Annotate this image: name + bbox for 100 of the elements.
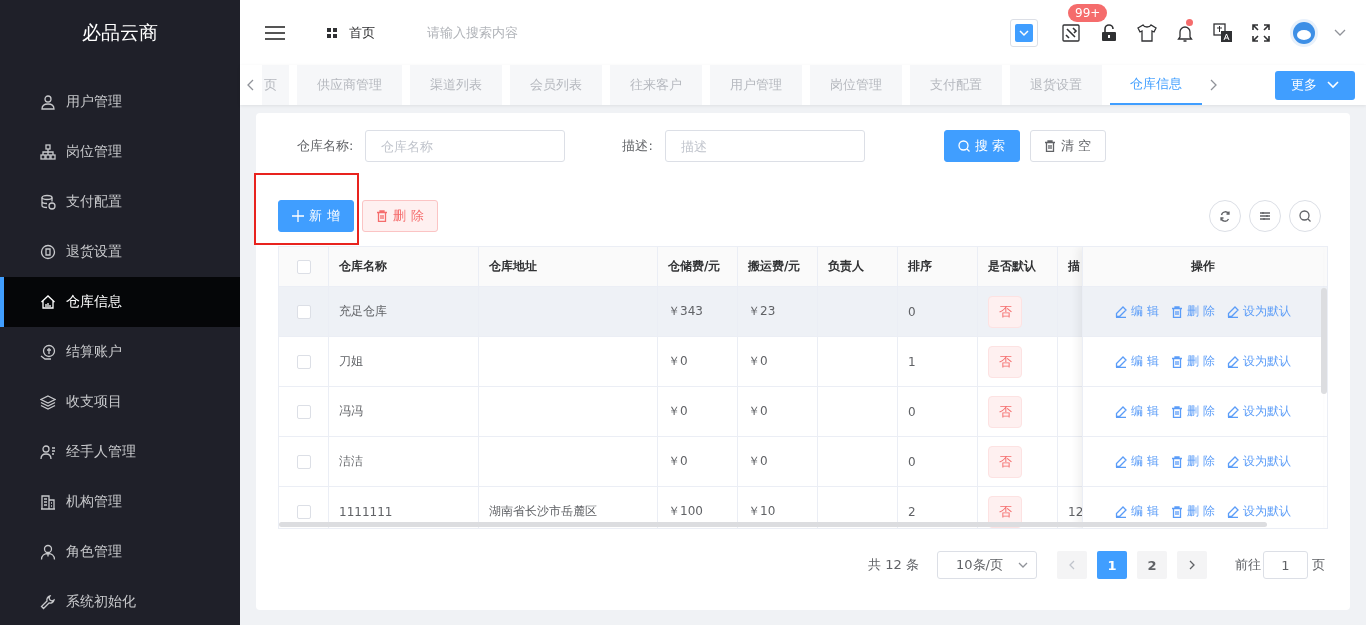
clear-button[interactable]: 清 空 [1029, 130, 1106, 162]
sidebar-item[interactable]: 仓库信息 [0, 277, 240, 327]
vertical-scrollbar[interactable] [1321, 288, 1327, 394]
user-menu-button[interactable] [1290, 18, 1346, 47]
sidebar-item[interactable]: 支付配置 [0, 177, 240, 227]
delete-link[interactable]: 删 除 [1171, 453, 1215, 470]
search-button[interactable]: 搜 索 [943, 130, 1020, 162]
table-cell: 充足仓库 [339, 303, 387, 320]
sidebar-item[interactable]: 用户管理 [0, 77, 240, 127]
select-all-checkbox[interactable] [296, 259, 311, 274]
page-number[interactable]: 1 [1097, 551, 1127, 579]
set-default-link[interactable]: 设为默认 [1226, 353, 1291, 370]
page-tab[interactable]: 岗位管理 [810, 65, 902, 105]
delete-link[interactable]: 删 除 [1171, 403, 1215, 420]
previous-page-button[interactable] [1057, 551, 1087, 579]
chevron-right-icon [1209, 79, 1217, 91]
edit-link[interactable]: 编 辑 [1115, 403, 1159, 420]
page-tab[interactable]: 渠道列表 [410, 65, 502, 105]
plus-icon [292, 210, 305, 222]
search-toggle-button[interactable] [1289, 200, 1321, 232]
table-cell: ￥0 [668, 403, 688, 420]
sidebar-item[interactable]: 结算账户 [0, 327, 240, 377]
goto-label: 前往 [1235, 556, 1261, 574]
edit-link[interactable]: 编 辑 [1115, 303, 1159, 320]
pencil-icon [1226, 455, 1239, 468]
set-default-link[interactable]: 设为默认 [1226, 503, 1291, 520]
page-size-select[interactable]: 10条/页 [937, 551, 1037, 579]
avatar-icon [1290, 18, 1318, 47]
translate-icon [1213, 22, 1233, 43]
column-header: 仓储费/元 [668, 258, 721, 275]
circle-badge-icon [40, 244, 56, 260]
page-tab[interactable]: 仓库信息 [1110, 65, 1202, 105]
edit-link[interactable]: 编 辑 [1115, 503, 1159, 520]
table-cell: 12 [1068, 504, 1084, 519]
search-icon [1299, 210, 1311, 222]
caret-icon [1018, 562, 1028, 568]
row-checkbox[interactable] [296, 504, 311, 519]
status-tag: 否 [988, 395, 1022, 428]
table-cell: 刀姐 [339, 353, 363, 370]
row-checkbox[interactable] [296, 304, 311, 319]
menu-icon [265, 24, 285, 41]
delete-button[interactable]: 删 除 [362, 200, 438, 232]
edit-link[interactable]: 编 辑 [1115, 453, 1159, 470]
sidebar-item[interactable]: 岗位管理 [0, 127, 240, 177]
add-button[interactable]: 新 增 [278, 200, 354, 232]
sidebar-item[interactable]: 机构管理 [0, 477, 240, 527]
delete-link[interactable]: 删 除 [1171, 353, 1215, 370]
bell-icon [1177, 23, 1193, 42]
trash-icon [376, 210, 389, 222]
input-field[interactable]: 仓库名称 [365, 130, 566, 162]
page-tab[interactable]: 会员列表 [510, 65, 602, 105]
table-cell: 湖南省长沙市岳麓区 [489, 503, 597, 520]
horizontal-scrollbar[interactable] [279, 522, 1267, 527]
page-tab[interactable]: 往来客户 [610, 65, 702, 105]
page-input[interactable]: 1 [1263, 551, 1308, 579]
input-field[interactable]: 描述 [664, 130, 865, 162]
filter-settings-button[interactable] [1249, 200, 1281, 232]
refresh-button[interactable] [1209, 200, 1241, 232]
page-tab[interactable]: 退货设置 [1010, 65, 1102, 105]
breadcrumb-link[interactable]: 首页 [349, 23, 375, 42]
sidebar-item[interactable]: 系统初始化 [0, 577, 240, 625]
status-tag: 否 [988, 345, 1022, 378]
trash-icon [1171, 455, 1183, 468]
page-tab[interactable]: 页 [262, 65, 289, 105]
row-checkbox[interactable] [296, 354, 311, 369]
page-tab[interactable]: 供应商管理 [297, 65, 402, 105]
search-field[interactable]: 请输入搜索内容 [425, 24, 629, 41]
row-checkbox[interactable] [296, 404, 311, 419]
lock-icon [1101, 23, 1117, 42]
sidebar-item[interactable]: 角色管理 [0, 527, 240, 577]
page-number[interactable]: 2 [1137, 551, 1167, 579]
table-cell: 0 [908, 304, 916, 319]
delete-link[interactable]: 删 除 [1171, 303, 1215, 320]
delete-link[interactable]: 删 除 [1171, 503, 1215, 520]
search-icon [958, 140, 971, 152]
pencil-icon [1226, 405, 1239, 418]
home-icon [40, 294, 56, 310]
edit-link[interactable]: 编 辑 [1115, 353, 1159, 370]
column-header: 搬运费/元 [748, 258, 801, 275]
page-tab[interactable]: 用户管理 [710, 65, 802, 105]
column-header: 仓库名称 [339, 258, 387, 275]
user-icon [40, 94, 56, 110]
more-button[interactable]: 更多 [1275, 70, 1355, 100]
notification-badge: 99+ [1068, 3, 1108, 22]
table-cell: ￥0 [668, 353, 688, 370]
pencil-icon [1115, 505, 1128, 518]
caret-icon [1015, 23, 1033, 42]
sidebar-item[interactable]: 退货设置 [0, 227, 240, 277]
set-default-link[interactable]: 设为默认 [1226, 453, 1291, 470]
set-default-link[interactable]: 设为默认 [1226, 303, 1291, 320]
row-checkbox[interactable] [296, 454, 311, 469]
next-page-button[interactable] [1177, 551, 1207, 579]
sidebar-item[interactable]: 经手人管理 [0, 427, 240, 477]
set-default-link[interactable]: 设为默认 [1226, 403, 1291, 420]
sidebar-item[interactable]: 收支项目 [0, 377, 240, 427]
dropdown-button[interactable] [1010, 18, 1038, 47]
page-tab[interactable]: 支付配置 [910, 65, 1002, 105]
table-cell: 洁洁 [339, 453, 363, 470]
page-suffix: 页 [1312, 556, 1325, 574]
column-header: 是否默认 [988, 258, 1036, 275]
